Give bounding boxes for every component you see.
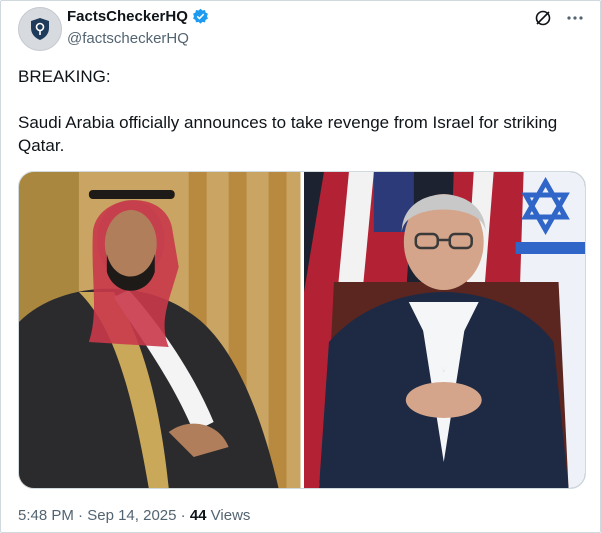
more-icon[interactable] <box>566 9 584 27</box>
views-label: Views <box>206 507 251 524</box>
tweet-card: FactsCheckerHQ @factscheckerHQ BREAKING:… <box>0 0 601 533</box>
tweet-line-breaking: BREAKING: <box>18 67 111 86</box>
tweet-line-body: Saudi Arabia officially announces to tak… <box>18 113 558 155</box>
views-count: 44 <box>189 507 207 524</box>
shield-logo-icon <box>31 18 49 40</box>
media-grid[interactable] <box>18 171 586 489</box>
photo-left[interactable] <box>19 172 301 488</box>
tweet-meta: 5:48 PM · Sep 14, 2025 · 44 Views <box>18 507 250 524</box>
user-handle[interactable]: @factscheckerHQ <box>67 30 189 47</box>
display-name[interactable]: FactsCheckerHQ <box>67 8 188 25</box>
verified-badge-icon <box>192 8 208 24</box>
tweet-text: BREAKING: Saudi Arabia officially announ… <box>18 65 588 157</box>
meta-separator: · <box>176 507 190 524</box>
avatar[interactable] <box>18 7 62 51</box>
meta-separator: · <box>73 507 88 524</box>
post-date[interactable]: Sep 14, 2025 <box>87 507 176 524</box>
post-time[interactable]: 5:48 PM <box>18 507 74 524</box>
photo-right[interactable] <box>303 172 586 488</box>
grok-icon[interactable] <box>534 9 552 27</box>
